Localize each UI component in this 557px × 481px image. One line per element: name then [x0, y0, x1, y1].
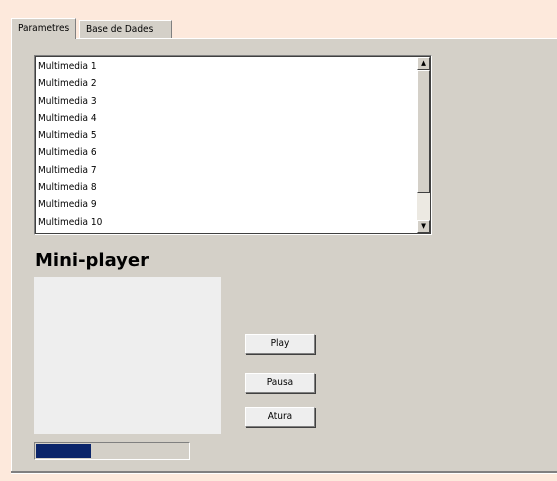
pause-button[interactable]: Pausa	[245, 373, 315, 393]
list-item[interactable]: Multimedia 8	[38, 179, 415, 196]
scroll-thumb[interactable]	[417, 70, 430, 193]
media-listbox[interactable]: Multimedia 1 Multimedia 2 Multimedia 3 Mult…	[34, 55, 432, 235]
list-item[interactable]: Multimedia 6	[38, 144, 415, 161]
list-item[interactable]: Multimedia 9	[38, 196, 415, 213]
playback-progress-bar	[34, 442, 190, 460]
list-item[interactable]: Multimedia 4	[38, 110, 415, 127]
list-item[interactable]: Multimedia 7	[38, 162, 415, 179]
media-list: Multimedia 1 Multimedia 2 Multimedia 3 Mult…	[38, 58, 415, 235]
play-button[interactable]: Play	[245, 334, 315, 354]
list-item[interactable]: Multimedia 1	[38, 58, 415, 75]
stop-button[interactable]: Atura	[245, 407, 315, 427]
list-item[interactable]: Multimedia 10	[38, 214, 415, 231]
tab-parametres[interactable]: Parametres	[11, 18, 76, 39]
panel-bottom-divider	[11, 471, 557, 474]
scroll-down-arrow-icon[interactable]: ▼	[417, 220, 430, 233]
list-item[interactable]: Multimedia 2	[38, 75, 415, 92]
list-scrollbar[interactable]: ▲ ▼	[417, 57, 430, 233]
progress-fill	[36, 444, 91, 458]
list-item[interactable]: Multimedia 3	[38, 93, 415, 110]
tab-base-de-dades[interactable]: Base de Dades	[79, 20, 172, 38]
scroll-up-arrow-icon[interactable]: ▲	[417, 57, 430, 70]
mini-player-title: Mini-player	[35, 250, 150, 271]
list-item[interactable]: Multimedia 5	[38, 127, 415, 144]
list-item[interactable]: Multimedia 11	[38, 231, 415, 235]
video-display	[34, 277, 221, 434]
